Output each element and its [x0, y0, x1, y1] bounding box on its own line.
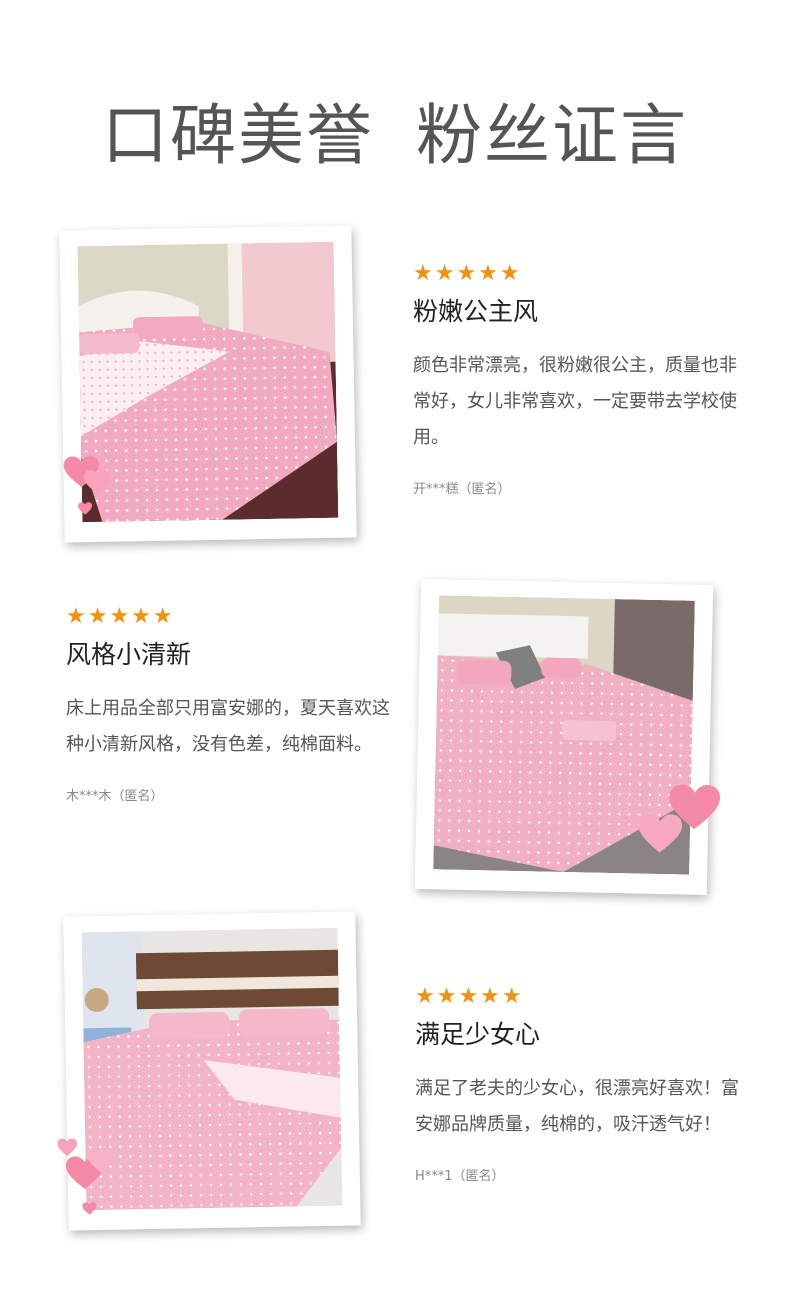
review-body: 颜色非常漂亮，很粉嫩很公主，质量也非常好，女儿非常喜欢，一定要带去学校使用。	[413, 355, 737, 448]
heart-icon	[87, 1149, 114, 1177]
review-card-1: ★★★★★ 粉嫩公主风 颜色非常漂亮，很粉嫩很公主，质量也非常好，女儿非常喜欢，…	[413, 261, 743, 498]
review-title: 满足少女心	[415, 1020, 541, 1049]
review-author: H***1（匿名）	[415, 1169, 505, 1184]
heart-icon	[637, 813, 683, 859]
review-title: 风格小清新	[66, 640, 192, 669]
heart-icon	[78, 500, 93, 519]
hearts-decoration	[63, 447, 124, 518]
hearts-decoration	[637, 784, 721, 876]
review-author: 木***木（匿名）	[66, 789, 164, 804]
rating-stars: ★★★★★	[66, 604, 175, 629]
review-body: 床上用品全部只用富安娜的，夏天喜欢这种小清新风格，没有色差，纯棉面料。	[66, 698, 390, 755]
rating-stars: ★★★★★	[413, 261, 522, 286]
page-title-right: 粉丝证言	[416, 97, 688, 174]
page-title: 口碑美誉 粉丝证言	[0, 82, 790, 178]
heart-icon	[83, 469, 112, 499]
review-title: 粉嫩公主风	[413, 297, 539, 326]
review-photo-3	[57, 911, 361, 1231]
review-card-3: ★★★★★ 满足少女心 满足了老夫的少女心，很漂亮好喜欢！富安娜品牌质量，纯棉的…	[415, 984, 745, 1185]
review-photo-2	[414, 578, 721, 896]
heart-icon	[82, 1200, 97, 1219]
review-photo-1	[59, 225, 357, 543]
review-card-2: ★★★★★ 风格小清新 床上用品全部只用富安娜的，夏天喜欢这种小清新风格，没有色…	[66, 604, 396, 805]
review-body: 满足了老夫的少女心，很漂亮好喜欢！富安娜品牌质量，纯棉的，吸汗透气好！	[415, 1078, 739, 1135]
hearts-decoration	[57, 1137, 129, 1228]
review-author: 开***糕（匿名）	[413, 482, 511, 497]
rating-stars: ★★★★★	[415, 984, 524, 1009]
page-title-left: 口碑美誉	[102, 97, 374, 174]
